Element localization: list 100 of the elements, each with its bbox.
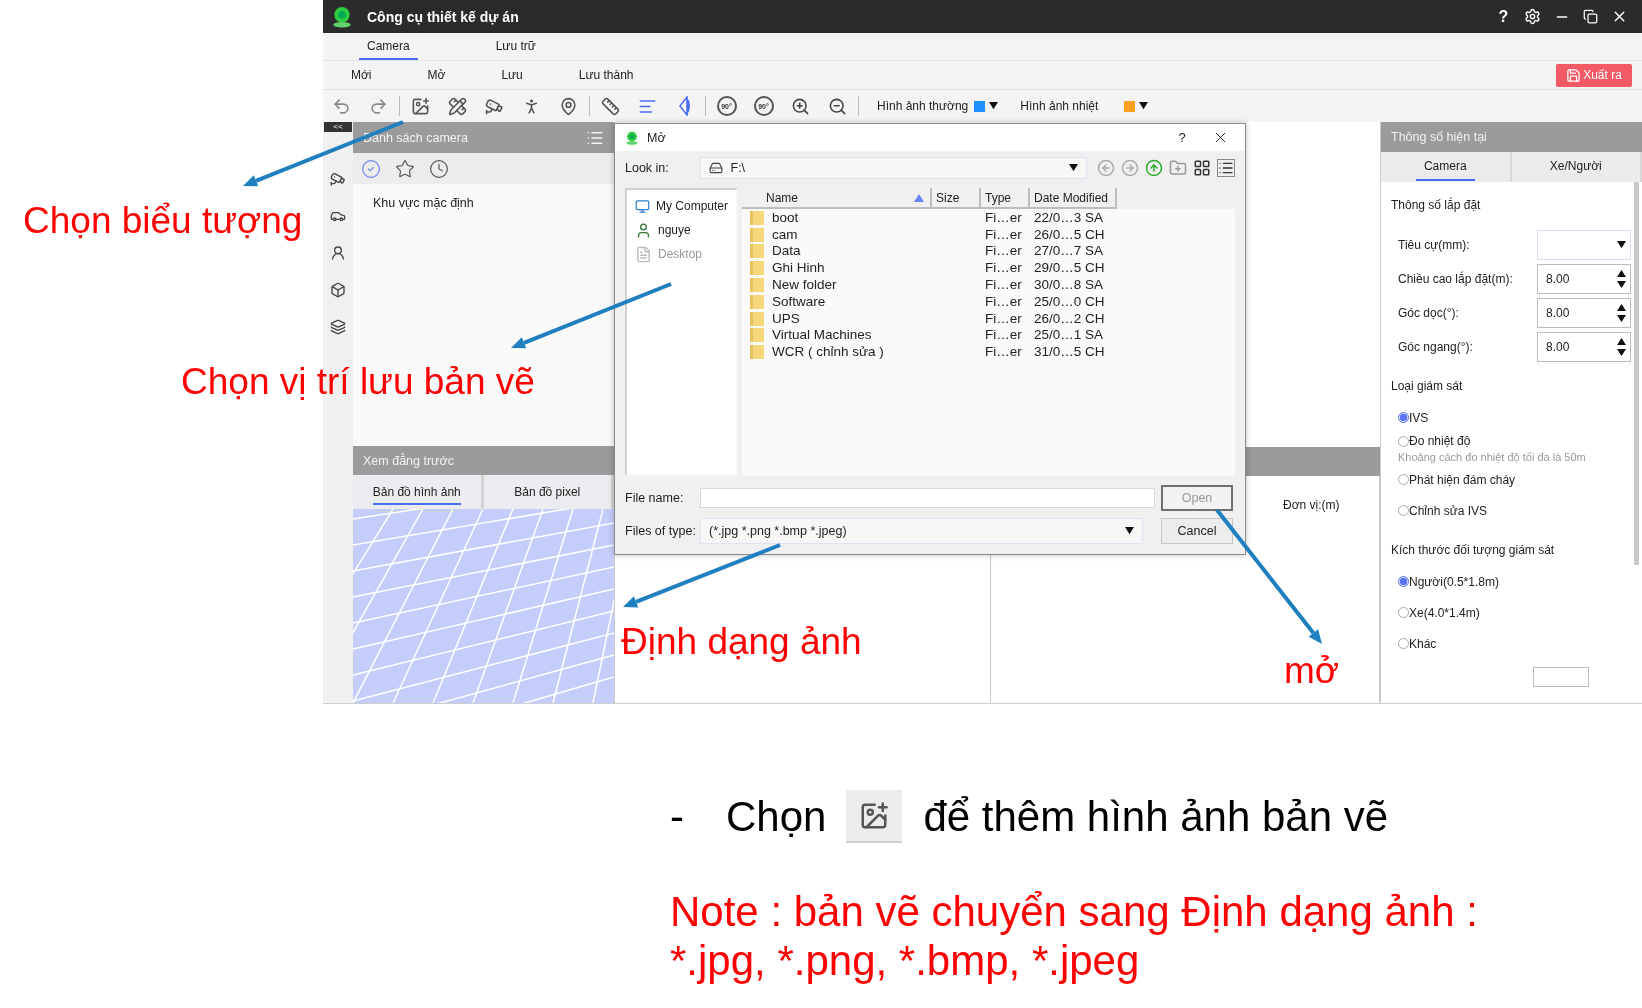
radio-button[interactable] <box>1398 505 1409 516</box>
section-title: Loại giám sát <box>1391 379 1463 393</box>
select-field[interactable] <box>1537 230 1631 260</box>
user-icon[interactable] <box>330 244 346 261</box>
computer-icon <box>635 197 650 215</box>
location-icon[interactable] <box>559 96 578 116</box>
redo-icon[interactable] <box>369 96 388 116</box>
callout-text: Chọn vị trí lưu bản vẽ <box>181 360 535 403</box>
bullet-mark: - <box>670 792 685 841</box>
layers-icon[interactable] <box>330 318 346 335</box>
half-shape-icon[interactable] <box>676 96 693 116</box>
camera-icon[interactable] <box>330 170 346 187</box>
input-field[interactable] <box>1533 667 1589 687</box>
radio-button[interactable] <box>1398 607 1409 618</box>
tree-item[interactable]: Khu vực mặc định <box>373 196 474 210</box>
user-icon <box>635 221 652 239</box>
number-field[interactable]: 8.00 <box>1537 264 1631 294</box>
menu-item[interactable]: Mới <box>345 66 378 84</box>
radio-button[interactable] <box>1398 638 1409 649</box>
zoom-out-icon[interactable] <box>828 96 847 116</box>
place-item[interactable]: nguye <box>631 218 732 242</box>
sort-icon <box>914 193 924 202</box>
file-name[interactable]: New folder <box>772 277 837 293</box>
column-header[interactable]: Type <box>981 188 1030 209</box>
callout-text: Chọn biểu tượng <box>23 199 303 242</box>
zoom-in-icon[interactable] <box>791 96 810 116</box>
option-label: Khác <box>1409 636 1437 651</box>
file-name[interactable]: Virtual Machines <box>772 327 872 343</box>
place-item[interactable]: My Computer <box>631 194 732 218</box>
caret-icon <box>1139 102 1149 110</box>
menu-item[interactable]: Mở <box>421 66 452 84</box>
add-image-icon <box>859 800 890 831</box>
spin-arrows-icon[interactable] <box>1617 269 1626 289</box>
logo-icon <box>625 130 639 145</box>
file-type: Fi…er <box>985 209 1023 225</box>
pencil-ruler-icon[interactable] <box>448 96 467 116</box>
scrollbar[interactable] <box>1634 182 1639 565</box>
column-header[interactable]: Name <box>742 188 932 209</box>
file-name[interactable]: Data <box>772 243 801 259</box>
file-type-select[interactable]: (*.jpg *.png *.bmp *.jpeg) <box>700 518 1143 544</box>
radio-button[interactable] <box>1398 576 1409 587</box>
image-mode-select[interactable]: Hình ảnh nhiệt <box>1014 99 1155 113</box>
save-icon <box>1566 67 1582 83</box>
spin-arrows-icon[interactable] <box>1617 337 1626 357</box>
file-name[interactable]: Software <box>772 293 826 309</box>
radio-button[interactable] <box>1398 412 1409 423</box>
modified-date: 26/0…2 CH <box>1034 310 1106 326</box>
folder-icon <box>750 243 764 259</box>
file-name-field[interactable] <box>700 488 1155 508</box>
camera-icon[interactable] <box>485 96 504 116</box>
collapse-button[interactable]: << <box>324 122 352 132</box>
field-label: Tiêu cự(mm): <box>1398 238 1471 252</box>
file-name[interactable]: boot <box>772 209 799 225</box>
file-type: Fi…er <box>985 344 1023 360</box>
image-mode-select[interactable]: Hình ảnh thường <box>871 99 1005 113</box>
option-label: IVS <box>1409 410 1429 425</box>
option-label: Người(0.5*1.8m) <box>1409 574 1499 589</box>
up-folder-icon[interactable] <box>1145 159 1163 177</box>
radio-button[interactable] <box>1398 435 1409 447</box>
caret-icon <box>1617 241 1626 249</box>
caret-icon <box>1069 164 1078 172</box>
note-text: Note : bản vẽ chuyển sang Định dạng ảnh : *.jpg, *.png, *.bmp, *.jpeg <box>670 887 1479 985</box>
grid-view-icon[interactable] <box>1193 159 1211 177</box>
restore-icon[interactable] <box>1583 9 1598 24</box>
callout-text: Định dạng ảnh <box>621 620 862 663</box>
look-in-select[interactable]: F:\ <box>699 157 1087 179</box>
ruler-icon[interactable] <box>601 96 620 116</box>
help-button[interactable]: ? <box>1489 4 1518 29</box>
field-label: Files of type: <box>625 524 697 538</box>
spin-arrows-icon[interactable] <box>1617 303 1626 323</box>
modified-date: 27/0…7 SA <box>1034 243 1105 259</box>
caret-icon <box>1125 527 1134 535</box>
file-name[interactable]: Ghi Hinh <box>772 260 825 276</box>
file-name[interactable]: cam <box>772 226 798 242</box>
list-view-icon[interactable] <box>1217 159 1235 177</box>
check-icon[interactable] <box>361 158 381 179</box>
ribbon-tab[interactable]: Lưu trữ <box>487 39 544 60</box>
radio-button[interactable] <box>1398 474 1409 485</box>
panel-title: Xem đẳng trước <box>363 453 455 468</box>
add-image-icon[interactable] <box>411 96 430 116</box>
file-name[interactable]: UPS <box>772 310 800 326</box>
file-name[interactable]: WCR ( chỉnh sửa ) <box>772 344 884 360</box>
option-label: Phát hiện đám cháy <box>1409 472 1516 487</box>
menu-item[interactable]: Lưu <box>495 66 529 84</box>
column-header[interactable]: Date Modified <box>1030 188 1117 209</box>
cube-icon[interactable] <box>330 281 346 298</box>
instruction-text: Chọn <box>726 792 827 841</box>
cancel-button[interactable]: Cancel <box>1161 518 1233 544</box>
menu-item[interactable]: Lưu thành <box>572 66 640 84</box>
help-button[interactable]: ? <box>1167 127 1197 148</box>
column-header[interactable]: Size <box>932 188 981 209</box>
settings-icon[interactable] <box>1524 8 1541 25</box>
field-label: File name: <box>625 491 685 505</box>
star-icon[interactable] <box>395 158 415 179</box>
number-field[interactable]: 8.00 <box>1537 298 1631 328</box>
undo-icon[interactable] <box>332 96 351 116</box>
clock-icon[interactable] <box>429 158 449 179</box>
section-title: Thông số lắp đặt <box>1391 198 1481 212</box>
number-field[interactable]: 8.00 <box>1537 332 1631 362</box>
field-label: Look in: <box>625 161 670 175</box>
